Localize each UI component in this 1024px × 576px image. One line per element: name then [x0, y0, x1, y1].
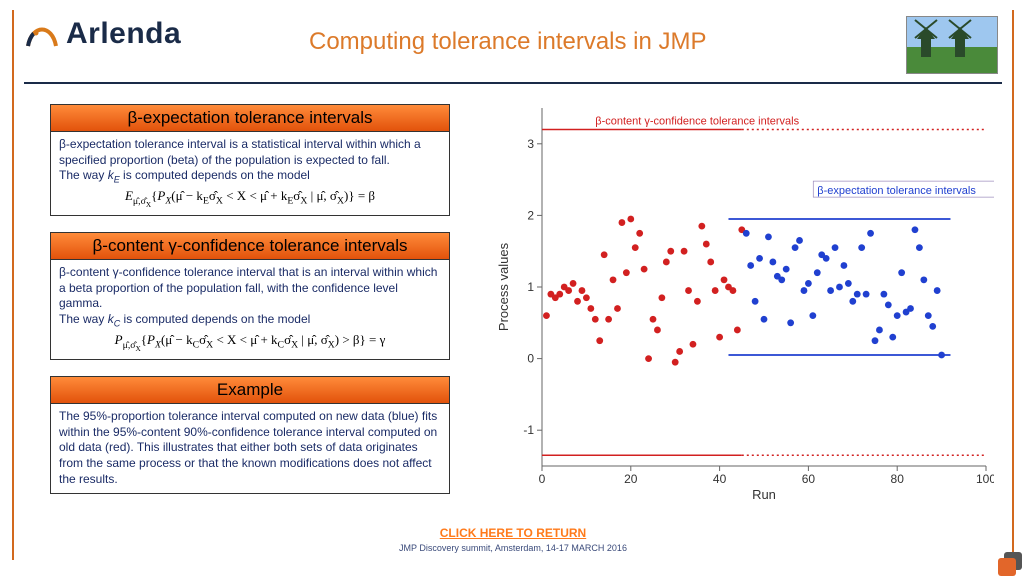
svg-text:Process values: Process values: [496, 242, 511, 331]
svg-text:20: 20: [624, 472, 638, 486]
header-photo: [906, 16, 998, 74]
slide-title: Computing tolerance intervals in JMP: [309, 28, 707, 56]
box-text: β-expectation tolerance interval is a st…: [59, 137, 421, 182]
logo-icon: [24, 16, 60, 52]
box-header: Example: [51, 377, 449, 404]
box-example: Example The 95%-proportion tolerance int…: [50, 376, 450, 494]
tolerance-interval-scatter: -1 0 1 2 3 0 20 40 60 80 100 Run Process values β-con…: [494, 102, 994, 502]
svg-text:0: 0: [539, 472, 546, 486]
header-divider: [24, 82, 1002, 84]
box-beta-expectation: β-expectation tolerance intervals β-expe…: [50, 104, 450, 216]
box-body: β-expectation tolerance interval is a st…: [51, 132, 449, 215]
svg-text:β-expectation tolerance interv: β-expectation tolerance intervals: [817, 185, 976, 197]
box-text: β-content γ-confidence tolerance interva…: [59, 265, 437, 326]
svg-text:40: 40: [713, 472, 727, 486]
svg-text:3: 3: [527, 137, 534, 151]
box-header: β-content γ-confidence tolerance interva…: [51, 233, 449, 260]
return-link[interactable]: CLICK HERE TO RETURN: [14, 526, 1012, 540]
header: Arlenda Computing tolerance intervals in…: [14, 10, 1012, 82]
summit-footer: JMP Discovery summit, Amsterdam, 14-17 M…: [14, 543, 1012, 553]
logo-text: Arlenda: [66, 17, 181, 51]
svg-text:100: 100: [976, 472, 994, 486]
svg-text:-1: -1: [523, 423, 534, 437]
slide-frame: Arlenda Computing tolerance intervals in…: [12, 10, 1014, 560]
svg-text:0: 0: [527, 352, 534, 366]
box-beta-content: β-content γ-confidence tolerance interva…: [50, 232, 450, 360]
equation: Pμ̂,σ̂X{PX(μ̂ − kCσ̂X < X < μ̂ + kCσ̂X |…: [59, 330, 441, 353]
svg-text:2: 2: [527, 208, 534, 222]
logo: Arlenda: [24, 16, 181, 52]
svg-text:Run: Run: [752, 487, 776, 502]
svg-text:1: 1: [527, 280, 534, 294]
box-body: The 95%-proportion tolerance interval co…: [51, 404, 449, 493]
box-body: β-content γ-confidence tolerance interva…: [51, 260, 449, 359]
left-column: β-expectation tolerance intervals β-expe…: [50, 104, 450, 510]
equation: Eμ̂,σ̂X{PX(μ̂ − kEσ̂X < X < μ̂ + kEσ̂X |…: [59, 186, 441, 209]
svg-text:60: 60: [802, 472, 816, 486]
box-header: β-expectation tolerance intervals: [51, 105, 449, 132]
svg-text:80: 80: [891, 472, 905, 486]
svg-text:β-content γ-confidence toleran: β-content γ-confidence tolerance interva…: [595, 115, 799, 127]
